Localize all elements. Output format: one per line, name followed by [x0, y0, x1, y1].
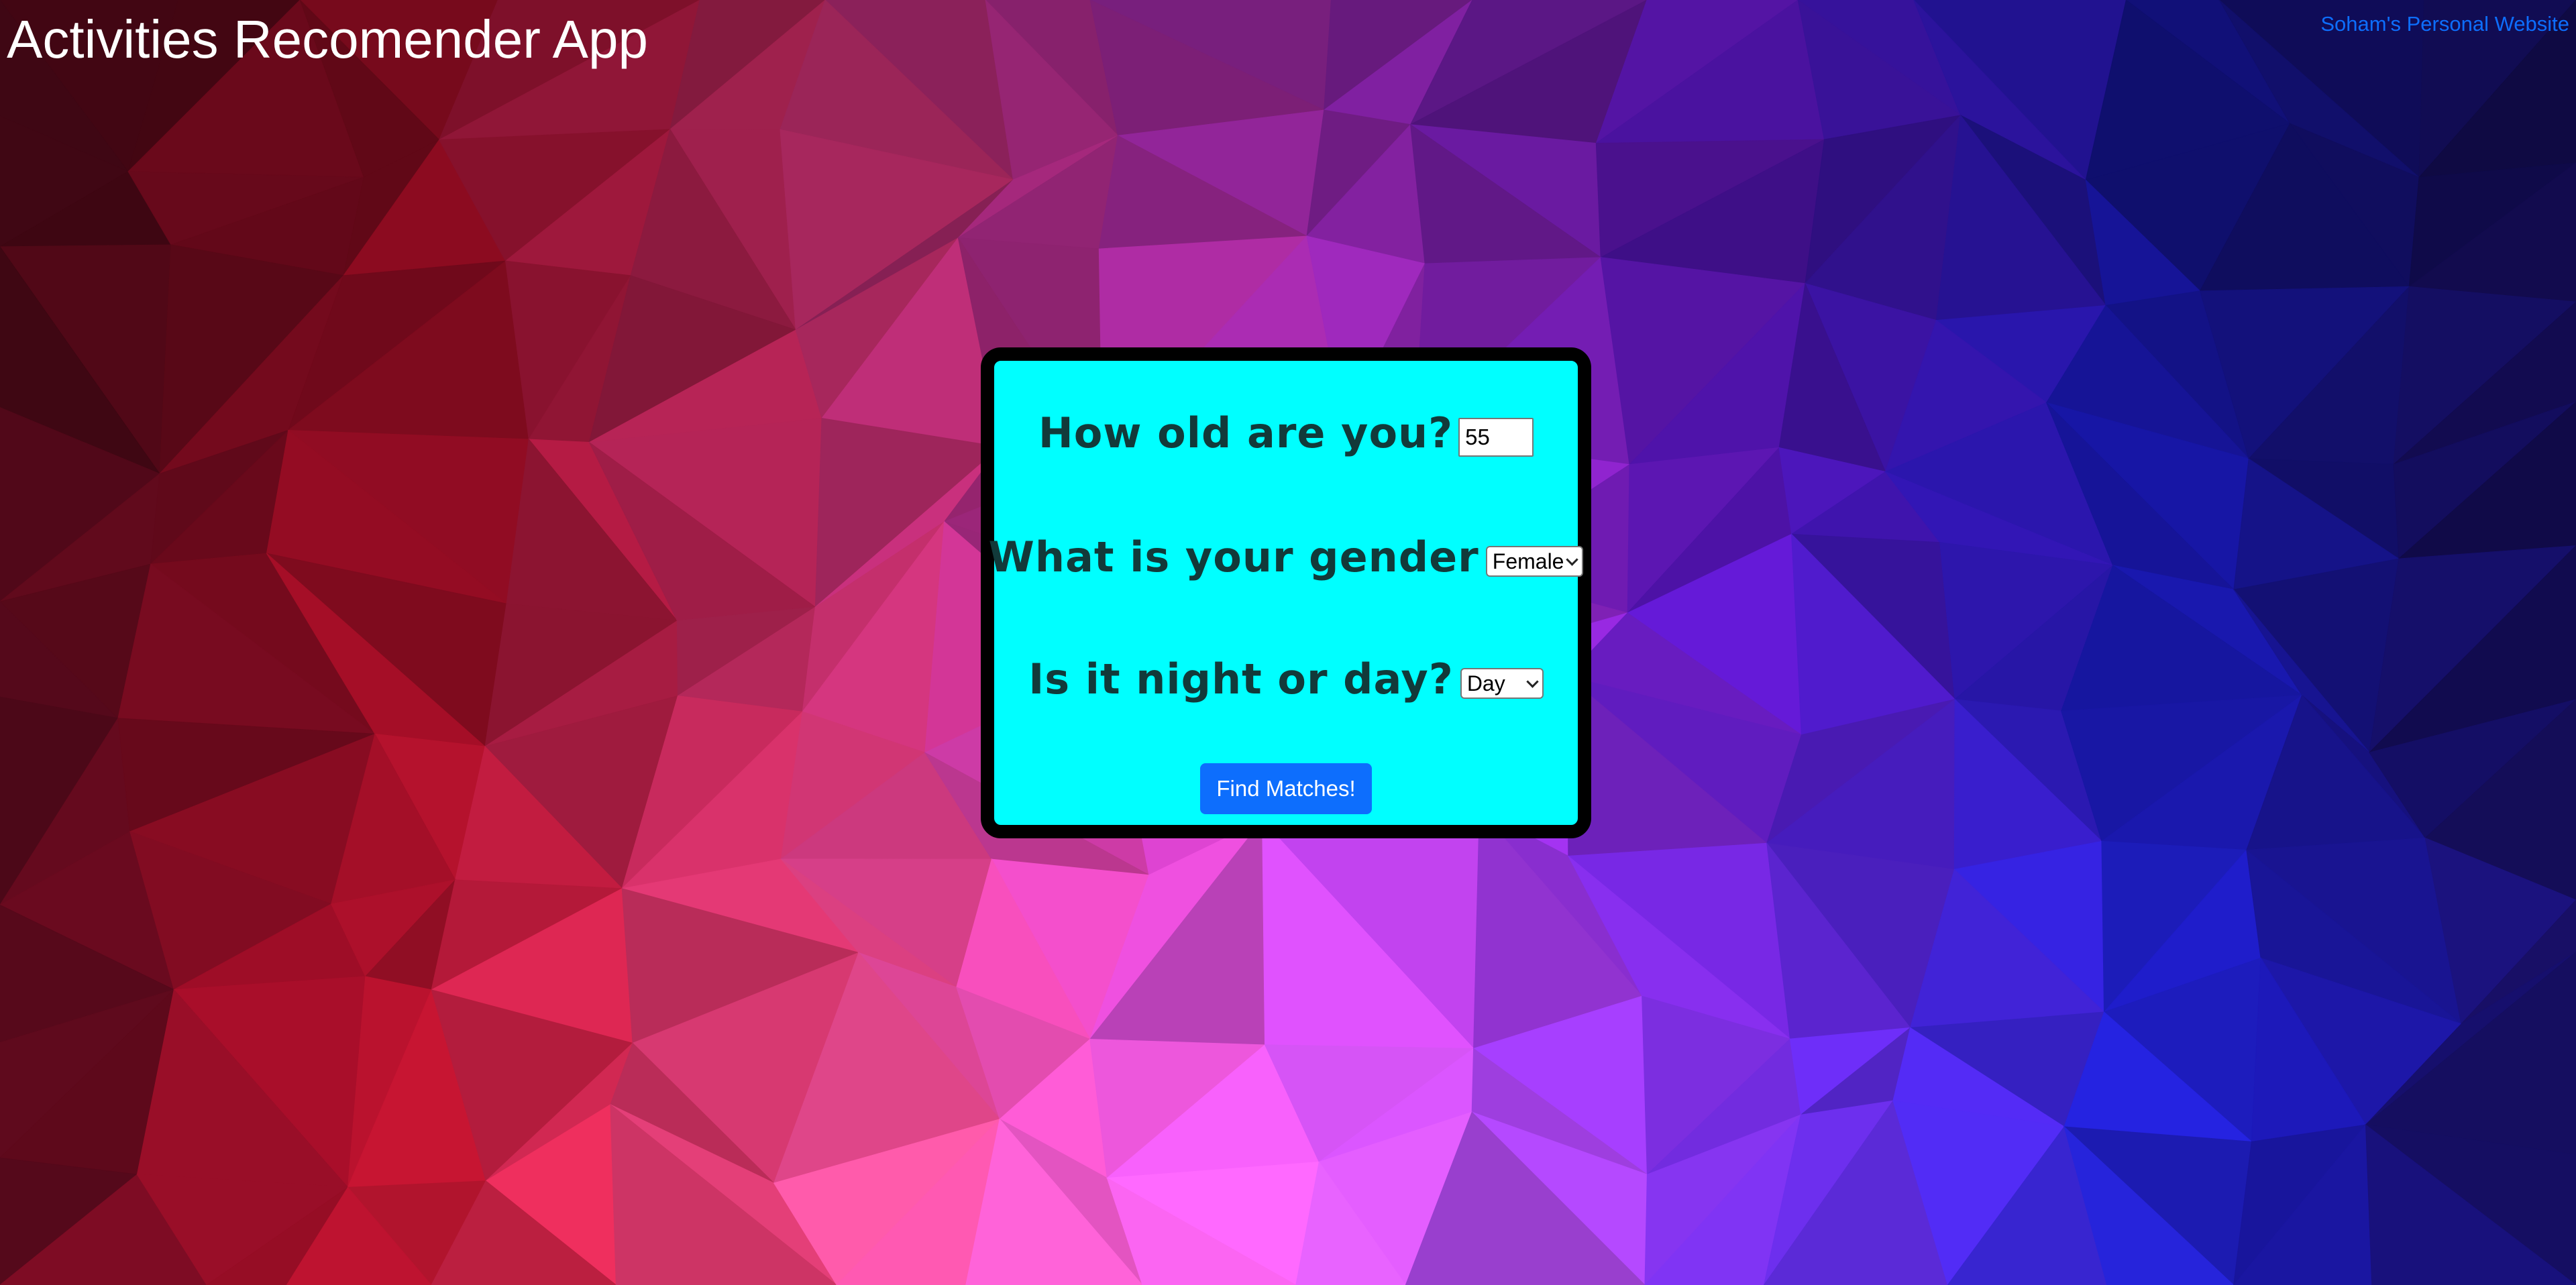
gender-question-label: What is your gender — [988, 533, 1479, 581]
age-row: How old are you? — [994, 404, 1578, 462]
time-select-value: Day — [1466, 671, 1505, 695]
time-select[interactable]: Day — [1460, 668, 1544, 699]
chevron-down-icon — [1526, 675, 1539, 688]
chevron-down-icon — [1566, 553, 1579, 566]
personal-website-link[interactable]: Soham's Personal Website — [2320, 11, 2569, 38]
time-row: Is it night or day? Day — [994, 651, 1578, 708]
gender-select-value: Female — [1492, 549, 1564, 573]
activity-form-card: How old are you? What is your gender Fem… — [981, 347, 1591, 838]
submit-row: Find Matches! — [994, 763, 1578, 814]
age-input[interactable] — [1458, 418, 1534, 457]
gender-select[interactable]: Female — [1485, 546, 1584, 577]
time-question-label: Is it night or day? — [1028, 655, 1454, 704]
gender-row: What is your gender Female — [989, 528, 1584, 586]
find-matches-button[interactable]: Find Matches! — [1200, 763, 1372, 814]
age-question-label: How old are you? — [1038, 408, 1454, 457]
app-title: Activities Recomender App — [7, 9, 649, 69]
